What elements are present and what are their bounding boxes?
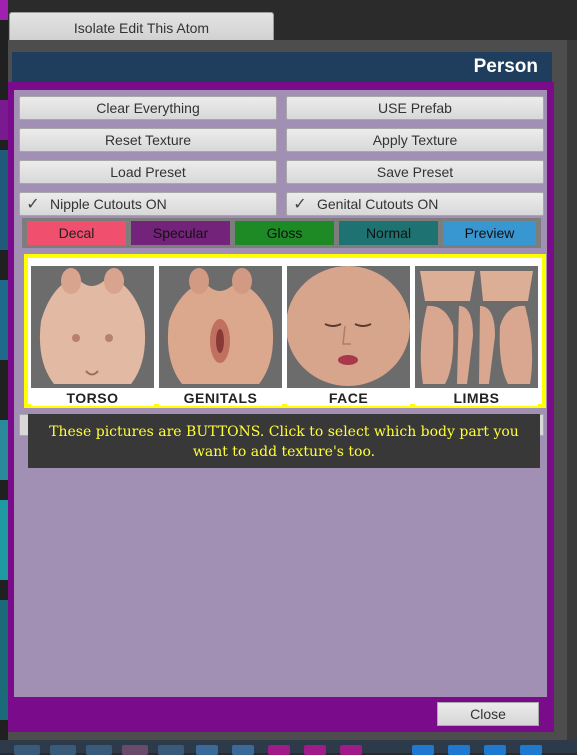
use-prefab-button[interactable]: USE Prefab [286,96,544,120]
toolbar-icon[interactable] [232,745,254,755]
toolbar-icon[interactable] [50,745,76,755]
nipple-cutouts-toggle[interactable]: ✓ Nipple Cutouts ON [19,192,277,216]
toolbar-icon[interactable] [196,745,218,755]
window-frame-edge [567,40,577,740]
face-label: FACE [328,390,369,406]
genitals-texture-thumbnail [159,266,282,388]
tab-normal[interactable]: Normal [339,221,438,245]
toolbar-icon[interactable] [520,745,542,755]
tooltip-text: These pictures are BUTTONS. Click to sel… [49,424,519,460]
toolbar-icon[interactable] [412,745,434,755]
limbs-texture-thumbnail [415,266,538,388]
toolbar-icon[interactable] [86,745,112,755]
panel-title: Person [473,56,538,77]
close-button[interactable]: Close [437,702,539,726]
apply-texture-button[interactable]: Apply Texture [286,128,544,152]
toolbar-icon[interactable] [268,745,290,755]
genital-cutouts-toggle[interactable]: ✓ Genital Cutouts ON [286,192,544,216]
nipple-cutouts-label: Nipple Cutouts ON [50,196,167,212]
bottom-toolbar [0,740,577,755]
genitals-label: GENITALS [183,390,258,406]
save-preset-button[interactable]: Save Preset [286,160,544,184]
toolbar-icon[interactable] [448,745,470,755]
checkmark-icon: ✓ [26,196,40,213]
tab-gloss[interactable]: Gloss [235,221,334,245]
tooltip: These pictures are BUTTONS. Click to sel… [28,414,540,468]
body-part-face-button[interactable]: FACE [287,266,410,406]
limbs-label: LIMBS [453,390,500,406]
genital-cutouts-label: Genital Cutouts ON [317,196,439,212]
checkmark-icon: ✓ [293,196,307,213]
reset-texture-button[interactable]: Reset Texture [19,128,277,152]
load-preset-button[interactable]: Load Preset [19,160,277,184]
tab-decal[interactable]: Decal [27,221,126,245]
clear-everything-button[interactable]: Clear Everything [19,96,277,120]
body-part-genitals-button[interactable]: GENITALS [159,266,282,406]
tab-preview[interactable]: Preview [443,221,536,245]
scene-background-strip [0,0,8,753]
toolbar-icon[interactable] [484,745,506,755]
face-texture-thumbnail [287,266,410,388]
toolbar-icon[interactable] [14,745,40,755]
body-part-limbs-button[interactable]: LIMBS [415,266,538,406]
torso-label: TORSO [66,390,119,406]
body-part-torso-button[interactable]: TORSO [31,266,154,406]
texture-type-tabs: Decal Specular Gloss Normal Preview [22,218,541,248]
torso-texture-thumbnail [31,266,154,388]
toolbar-icon[interactable] [158,745,184,755]
panel-title-bar: Person [12,52,552,82]
body-part-selector: TORSO GENITALS FACE LIMBS [24,254,546,408]
tab-specular[interactable]: Specular [131,221,230,245]
toolbar-icon[interactable] [340,745,362,755]
toolbar-icon[interactable] [304,745,326,755]
toolbar-icon[interactable] [122,745,148,755]
